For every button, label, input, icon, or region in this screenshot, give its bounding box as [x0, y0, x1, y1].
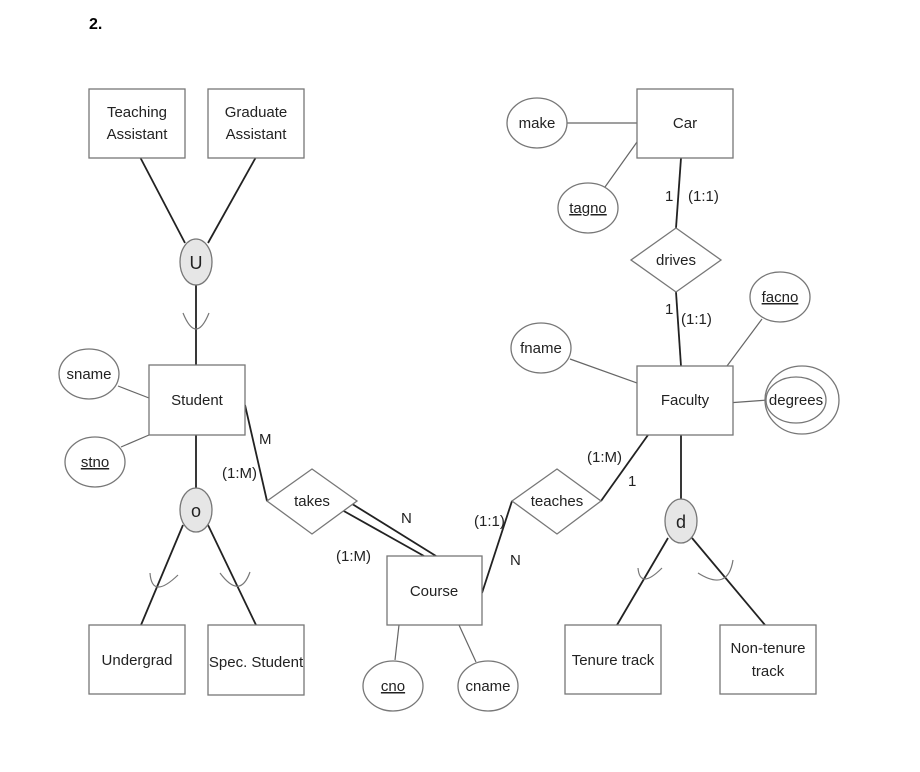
- entity-teaching-assistant[interactable]: [88, 88, 186, 159]
- spec-student-label: Spec. Student: [209, 654, 304, 671]
- graduate-assistant-label-2: Assistant: [226, 126, 288, 143]
- card-car-drives: 1: [665, 188, 673, 205]
- subset-arc-nontenure: [697, 559, 734, 581]
- car-label: Car: [673, 115, 697, 132]
- disjoint-symbol: d: [676, 512, 686, 532]
- fname-link: [569, 358, 638, 384]
- drives-faculty-line: [675, 291, 682, 367]
- subset-arc-spec: [219, 571, 251, 587]
- fname-label: fname: [520, 340, 562, 357]
- card-drives-faculty: 1: [665, 301, 673, 318]
- drives-label: drives: [656, 252, 696, 269]
- make-label: make: [519, 115, 556, 132]
- card-teaches-course: N: [510, 552, 521, 569]
- card-faculty-teaches: 1: [628, 473, 636, 490]
- tenure-track-label: Tenure track: [572, 652, 655, 669]
- tagno-label: tagno: [569, 200, 607, 217]
- teaches-label: teaches: [531, 493, 584, 510]
- disjoint-to-nontenure-line: [691, 537, 766, 626]
- non-tenure-track-label-2: track: [752, 663, 785, 680]
- non-tenure-track-label-1: Non-tenure: [730, 640, 805, 657]
- degrees-label: degrees: [769, 392, 823, 409]
- ga-to-union-line: [207, 156, 257, 244]
- cno-label: cno: [381, 678, 405, 695]
- sname-link: [117, 385, 150, 399]
- card-car-drives-ratio: (1:1): [688, 188, 719, 205]
- teaching-assistant-label-1: Teaching: [107, 104, 167, 121]
- card-student-takes: M: [259, 431, 272, 448]
- facno-label: facno: [762, 289, 799, 306]
- student-label: Student: [171, 392, 224, 409]
- teaching-assistant-label-2: Assistant: [107, 126, 169, 143]
- card-takes-course-ratio: (1:M): [336, 548, 371, 565]
- er-diagram: Teaching Assistant Graduate Assistant St…: [58, 88, 840, 712]
- tagno-link: [604, 141, 638, 188]
- undergrad-label: Undergrad: [102, 652, 173, 669]
- cname-link: [458, 624, 477, 663]
- teaches-faculty-line: [600, 434, 649, 502]
- stno-link: [120, 434, 150, 448]
- student-takes-line: [244, 404, 268, 502]
- overlap-to-undergrad-line: [140, 524, 184, 626]
- cname-label: cname: [465, 678, 510, 695]
- entity-non-tenure-track[interactable]: [719, 624, 817, 695]
- takes-label: takes: [294, 493, 330, 510]
- card-teaches-course-ratio: (1:1): [474, 513, 505, 530]
- cno-link: [394, 624, 400, 661]
- entity-graduate-assistant[interactable]: [207, 88, 305, 159]
- overlap-symbol: o: [191, 501, 201, 521]
- card-faculty-teaches-ratio: (1:M): [587, 449, 622, 466]
- card-takes-course: N: [401, 510, 412, 527]
- card-drives-faculty-ratio: (1:1): [681, 311, 712, 328]
- ta-to-union-line: [139, 156, 186, 244]
- faculty-label: Faculty: [661, 392, 710, 409]
- car-drives-line: [675, 157, 682, 229]
- union-symbol: U: [190, 253, 203, 273]
- card-student-takes-ratio: (1:M): [222, 465, 257, 482]
- facno-link: [726, 318, 763, 367]
- course-label: Course: [410, 583, 458, 600]
- subset-arc-undergrad: [149, 572, 179, 588]
- graduate-assistant-label-1: Graduate: [225, 104, 288, 121]
- sname-label: sname: [66, 366, 111, 383]
- disjoint-to-tenure-line: [616, 537, 669, 626]
- stno-label: stno: [81, 454, 109, 471]
